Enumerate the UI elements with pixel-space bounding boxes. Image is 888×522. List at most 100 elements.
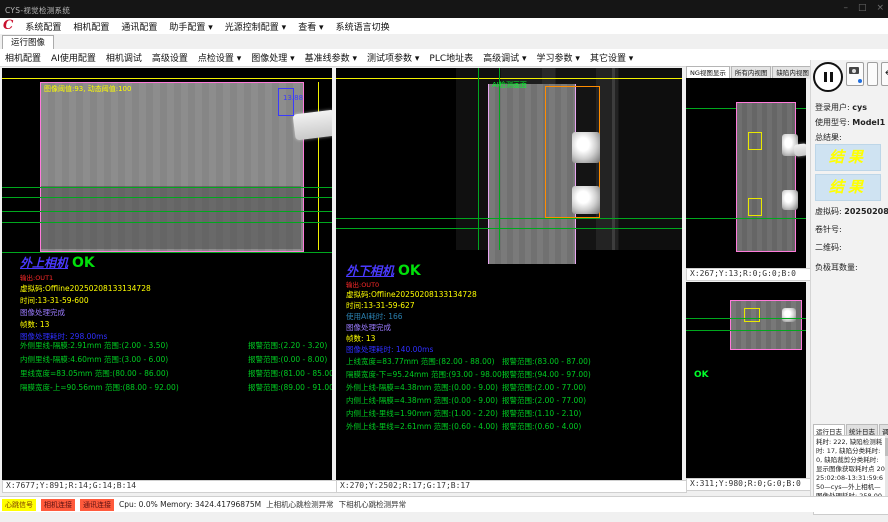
yellow-marker-box <box>748 132 762 150</box>
tool-ai-config[interactable]: AI使用配置 <box>46 50 101 65</box>
measure-value: 外侧上线-里线=2.61mm 范围:(0.60 - 4.00) <box>346 421 498 432</box>
minimize-icon[interactable]: – <box>843 3 848 13</box>
measure-row: 内侧上线-隔膜=4.38mm 范围:(0.00 - 9.00) 报警范围:(2.… <box>336 395 682 407</box>
blue-measure-label: 13.88 <box>283 94 303 102</box>
status-bar: 心跳信号 相机连接 通讯连接 Cpu: 0.0% Memory: 3424.41… <box>0 496 888 512</box>
baseline-green-3 <box>2 211 332 212</box>
logout-arrow-button[interactable]: ← <box>881 62 888 86</box>
divider-toggle-button[interactable] <box>867 62 878 86</box>
alarm-range: 报警范围:(2.00 - 77.00) <box>502 382 586 393</box>
alarm-range: 报警范围:(0.00 - 8.00) <box>248 354 327 365</box>
tool-learning-params[interactable]: 学习参数 ▾ <box>532 50 585 65</box>
alarm-range: 报警范围:(83.00 - 87.00) <box>502 356 591 367</box>
toolbar: 相机配置 AI使用配置 相机调试 高级设置 点检设置 ▾ 图像处理 ▾ 基准线参… <box>0 49 888 67</box>
bright-blob <box>572 132 600 163</box>
baseline-green-1 <box>336 218 682 219</box>
result-badge-lower: 结果 <box>815 174 881 201</box>
model-row: 使用型号: Model1 <box>815 117 885 128</box>
green-line <box>686 318 806 319</box>
measure-value: 上线宽度=83.77mm 范围:(82.00 - 88.00) <box>346 356 495 367</box>
result-badge-upper: 结果 <box>815 144 881 171</box>
virtual-code-label: 虚拟码:Offline20250208133134728 <box>20 283 151 294</box>
measure-value: 隔膜宽度-下=95.24mm 范围:(93.00 - 98.00) <box>346 369 505 380</box>
close-icon[interactable]: × <box>876 3 884 13</box>
app-logo-icon: C <box>3 19 13 33</box>
pause-button[interactable] <box>813 62 843 92</box>
frame-count-label: 帧数: 13 <box>20 319 49 330</box>
virtual-code-row: 虚拟码: 20250208 <box>815 206 888 217</box>
green-line <box>686 330 806 331</box>
result-ok-label: OK <box>72 255 95 271</box>
virtual-code-value: 20250208 <box>844 207 888 216</box>
menu-comm-config[interactable]: 通讯配置 <box>115 19 163 34</box>
ng-top-view[interactable] <box>686 78 806 268</box>
window-title: CYS-视觉检测系统 <box>5 5 70 16</box>
center-view-coords: X:270;Y:2502;R:17;G:17;B:17 <box>336 480 687 493</box>
ng-bottom-coords: X:311;Y:980;R:0;G:0;B:0 <box>686 478 811 491</box>
tool-plc-address[interactable]: PLC地址表 <box>424 50 478 65</box>
yellow-marker-box <box>744 308 760 322</box>
ai-time-label: 使用AI耗时: 166 <box>346 311 403 322</box>
baseline-green-1 <box>2 187 332 188</box>
pointer-shape <box>793 143 806 157</box>
upper-camera-warning: 上相机心跳检测异常 <box>266 499 334 510</box>
menu-bar: C 系统配置 相机配置 通讯配置 助手配置 ▾ 光源控制配置 ▾ 查看 ▾ 系统… <box>0 18 888 35</box>
output-signal-label: 输出:OUT1 <box>20 272 53 282</box>
virtual-code-label: 虚拟码:Offline20250208133134728 <box>346 289 477 300</box>
maximize-icon[interactable]: □ <box>858 3 867 13</box>
tool-baseline-params[interactable]: 基准线参数 ▾ <box>300 50 362 65</box>
measure-row: 外侧里线-隔膜:2.91mm 范围:(2.00 - 3.50) 报警范围:(2.… <box>2 340 332 352</box>
menu-system-config[interactable]: 系统配置 <box>19 19 67 34</box>
frame-count-label: 帧数: 13 <box>346 333 375 344</box>
processing-done-label: 图像处理完成 <box>346 322 391 333</box>
measure-row: 内侧上线-里线=1.90mm 范围:(1.00 - 2.20) 报警范围:(1.… <box>336 408 682 420</box>
green-vline-2 <box>499 68 500 250</box>
measure-row: 内侧里线-隔膜:4.60mm 范围:(3.00 - 6.00) 报警范围:(0.… <box>2 354 332 366</box>
time-label: 时间:13-31-59-627 <box>346 300 415 311</box>
ng-bottom-view[interactable]: OK <box>686 282 806 478</box>
menu-assistant-config[interactable]: 助手配置 ▾ <box>163 19 218 34</box>
alarm-range: 报警范围:(94.00 - 97.00) <box>502 369 591 380</box>
bright-blob <box>572 186 600 214</box>
menu-language-switch[interactable]: 系统语言切换 <box>330 19 396 34</box>
camera-result-title: 外下相机OK <box>346 262 421 279</box>
tool-advanced-settings[interactable]: 高级设置 <box>147 50 193 65</box>
camera-snapshot-button[interactable] <box>846 62 864 86</box>
camera-connect-badge: 相机连接 <box>41 499 75 511</box>
yellow-marker-box <box>748 198 762 216</box>
camera-name: 外上相机 <box>20 256 68 270</box>
app-window: CYS-视觉检测系统 – □ × C 系统配置 相机配置 通讯配置 助手配置 ▾… <box>0 0 888 522</box>
cpu-memory-text: Cpu: 0.0% Memory: 3424.41796875M <box>119 500 261 509</box>
tool-camera-config[interactable]: 相机配置 <box>0 50 46 65</box>
menu-view[interactable]: 查看 ▾ <box>292 19 329 34</box>
virtual-code-label: 虚拟码: <box>815 207 842 216</box>
center-camera-view[interactable]: AI检测画面 外下相机OK 输出:OUT0 虚拟码:Offline2025020… <box>336 68 682 480</box>
tool-spot-check[interactable]: 点检设置 ▾ <box>193 50 246 65</box>
measure-value: 隔膜宽度-上=90.56mm 范围:(88.00 - 92.00) <box>20 382 179 393</box>
tool-image-processing[interactable]: 图像处理 ▾ <box>246 50 299 65</box>
qr-code-label: 二维码: <box>815 242 842 253</box>
alarm-range: 报警范围:(2.00 - 77.00) <box>502 395 586 406</box>
bright-blob <box>782 190 798 210</box>
alarm-range: 报警范围:(81.00 - 85.00) <box>248 368 332 379</box>
tab-count-label: 负极耳数量: <box>815 262 858 273</box>
tool-advanced-debug[interactable]: 高级调试 ▾ <box>478 50 531 65</box>
tool-other-settings[interactable]: 其它设置 ▾ <box>585 50 638 65</box>
left-camera-view[interactable]: 13.88 图像阈值:93, 动态阈值:100 外上相机OK 输出:OUT1 虚… <box>2 68 332 480</box>
overlay-yellow-vline <box>318 82 319 250</box>
tab-connector-shape <box>293 110 332 141</box>
processing-time-label: 图像处理耗时: 140.00ms <box>346 344 433 355</box>
overlay-yellow-line <box>2 78 332 79</box>
menu-camera-config[interactable]: 相机配置 <box>67 19 115 34</box>
measure-row: 外侧上线-隔膜=4.38mm 范围:(0.00 - 9.00) 报警范围:(2.… <box>336 382 682 394</box>
baseline-green-2 <box>2 197 332 198</box>
tab-run-image[interactable]: 运行图像 <box>2 35 54 50</box>
processing-done-label: 图像处理完成 <box>20 307 65 318</box>
menu-light-config[interactable]: 光源控制配置 ▾ <box>219 19 292 34</box>
tool-camera-debug[interactable]: 相机调试 <box>101 50 147 65</box>
measure-value: 内侧里线-隔膜:4.60mm 范围:(3.00 - 6.00) <box>20 354 168 365</box>
tool-test-params[interactable]: 测试项参数 ▾ <box>362 50 424 65</box>
alarm-range: 报警范围:(1.10 - 2.10) <box>502 408 581 419</box>
ai-detect-label: AI检测画面 <box>492 80 527 90</box>
baseline-green-2 <box>336 228 682 229</box>
